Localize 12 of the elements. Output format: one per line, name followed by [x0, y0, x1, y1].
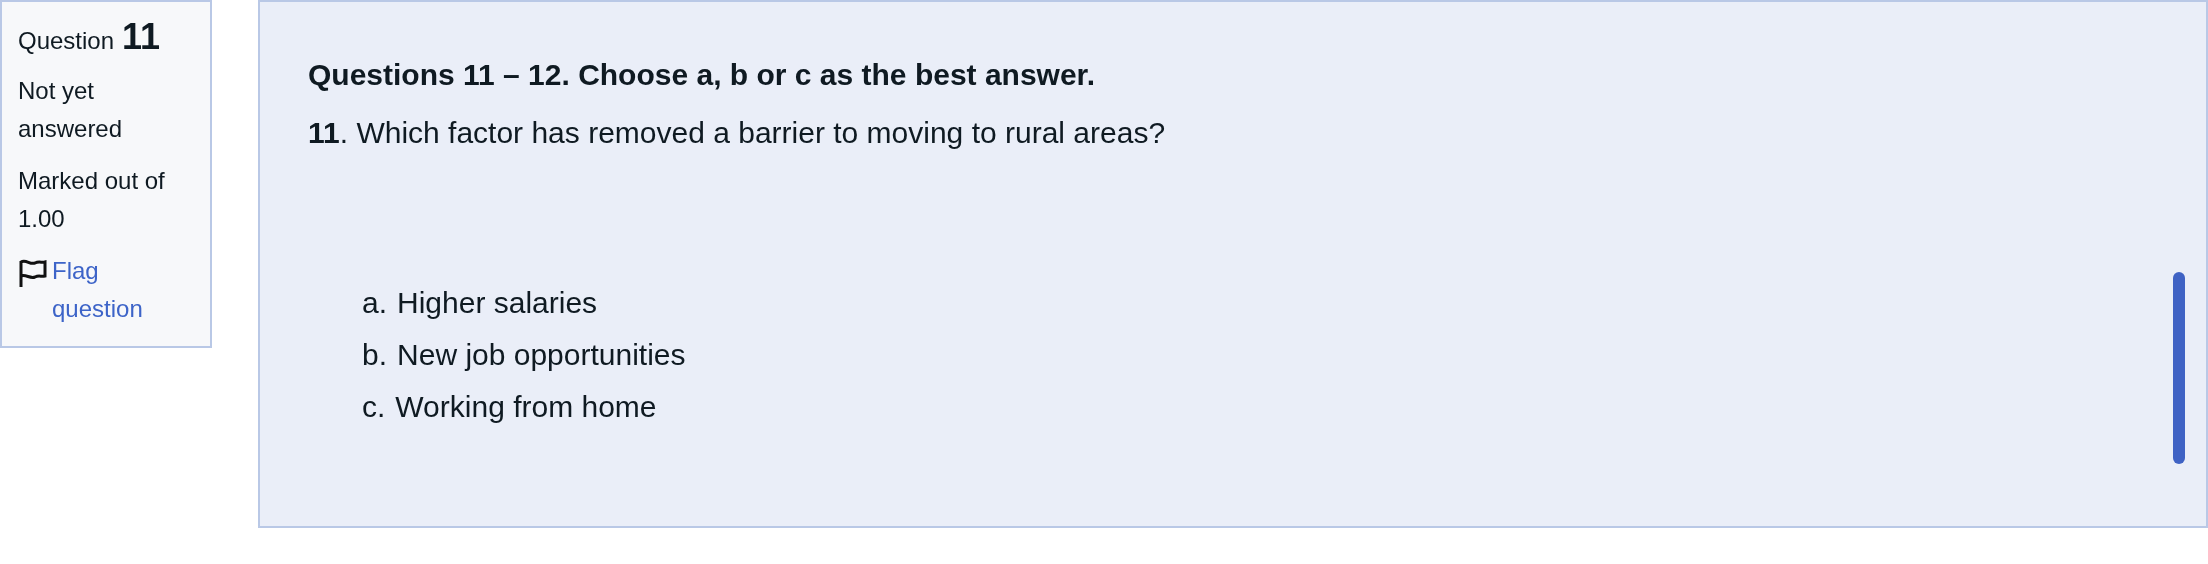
- scroll-bar[interactable]: [2173, 272, 2185, 464]
- answer-option[interactable]: a. Higher salaries: [362, 286, 2104, 320]
- flag-question-link[interactable]: Flag question: [52, 252, 194, 328]
- instructions-heading: Questions 11 – 12. Choose a, b or c as the best answer.: [308, 58, 1096, 92]
- marks-text: Marked out of 1.00: [18, 166, 166, 234]
- question-number: 11: [122, 16, 161, 58]
- question-label: Question: [18, 27, 115, 55]
- flag-icon[interactable]: [18, 258, 48, 288]
- answer-status: Not yet answered: [18, 76, 124, 144]
- answer-option[interactable]: b. New job opportunities: [362, 338, 2104, 372]
- question-text: 11. Which factor has removed a barrier to moving to rural areas?: [308, 116, 1167, 150]
- answer-option[interactable]: c. Working from home: [362, 390, 2104, 424]
